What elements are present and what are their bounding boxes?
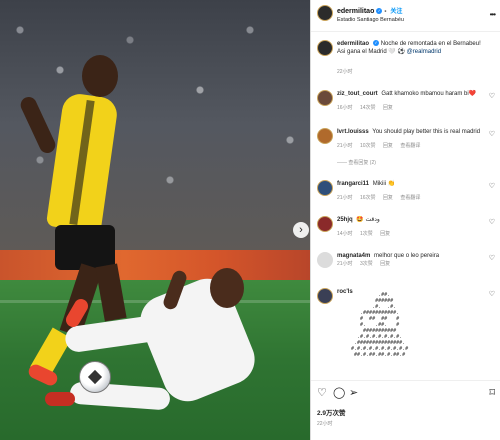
heart-icon[interactable]: ♡: [317, 386, 327, 399]
translate-link[interactable]: 查看翻译: [400, 143, 420, 149]
location-link[interactable]: Estadio Santiago Bernabéu: [337, 17, 404, 23]
more-dots-icon[interactable]: •••: [490, 10, 496, 19]
advertising-board: [0, 250, 310, 280]
player-shorts: [55, 225, 115, 270]
reply-button[interactable]: 回复: [383, 105, 393, 111]
username-link[interactable]: edermilitao: [337, 41, 369, 47]
like-count[interactable]: 1次赞: [360, 231, 373, 237]
player-head: [210, 268, 244, 308]
caption-text: edermilitao ✓ Noche de remontada en el Be…: [337, 40, 489, 56]
timestamp: 16小时: [337, 105, 353, 111]
player-boot: [45, 392, 75, 406]
comments-list[interactable]: edermilitao ✓ Noche de remontada en el Be…: [311, 34, 500, 379]
avatar[interactable]: [317, 252, 333, 268]
comment-meta: 21小时 10次赞 回复 查看翻译: [337, 142, 426, 149]
player-head: [82, 55, 118, 97]
like-count[interactable]: 14次赞: [360, 105, 376, 111]
verified-badge-icon: ✓: [376, 8, 383, 15]
timestamp: 21小时: [337, 261, 353, 267]
comment-text: frangarci11 Mikiii 👏: [337, 180, 489, 188]
comment-item: 25hjq 🤩 ودقت 14小时 1次赞 回复 ♡: [311, 210, 500, 246]
avatar[interactable]: [317, 40, 333, 56]
comment-body: Mikiii 👏: [372, 181, 396, 187]
avatar[interactable]: [317, 180, 333, 196]
username-link[interactable]: edermilitao: [337, 8, 374, 15]
like-count[interactable]: 10次赞: [360, 143, 376, 149]
view-replies-link[interactable]: —— 查看回复 (2): [337, 159, 376, 166]
comment-text: magnata4m melhor que o leo pereira: [337, 252, 489, 260]
comment-text: ziz_tout_court Gatt khamoko mbamou haram…: [337, 90, 489, 98]
comment-meta: 22小时: [337, 68, 359, 75]
comment-body: You should play better this is real madr…: [372, 129, 481, 135]
avatar[interactable]: [317, 288, 333, 304]
timestamp: 14小时: [337, 231, 353, 237]
username-link[interactable]: magnata4m: [337, 253, 370, 259]
verified-badge-icon: ✓: [373, 40, 380, 47]
avatar[interactable]: [317, 216, 333, 232]
username-link[interactable]: Ivrt.louisss: [337, 129, 369, 135]
heart-icon[interactable]: ♡: [489, 218, 495, 226]
heart-icon[interactable]: ♡: [489, 92, 495, 100]
heart-icon[interactable]: ♡: [489, 254, 495, 262]
header-username-line: edermilitao ✓ • 关注: [337, 6, 402, 15]
username-link[interactable]: 25hjq: [337, 217, 353, 223]
like-count[interactable]: 3次赞: [360, 261, 373, 267]
timestamp: 21小时: [337, 195, 353, 201]
reply-button[interactable]: 回复: [383, 195, 393, 201]
follow-button[interactable]: 关注: [390, 9, 402, 15]
avatar[interactable]: [317, 90, 333, 106]
reply-button[interactable]: 回复: [380, 261, 390, 267]
timestamp: 22小时: [337, 69, 353, 75]
heart-icon[interactable]: ♡: [489, 130, 495, 138]
likes-count[interactable]: 2.9万次赞: [317, 407, 346, 417]
avatar[interactable]: [317, 128, 333, 144]
mention-link[interactable]: @realmadrid: [407, 49, 441, 55]
share-icon[interactable]: ➢: [349, 386, 358, 399]
post-actions-bar: ♡ ◯ ➢ ⌑: [311, 380, 500, 404]
comment-body: 🤩 ودقت: [356, 217, 380, 223]
avatar[interactable]: [317, 5, 333, 21]
username-link[interactable]: ziz_tout_court: [337, 91, 378, 97]
translate-link[interactable]: 查看翻译: [400, 195, 420, 201]
bookmark-icon[interactable]: ⌑: [489, 386, 495, 399]
reply-button[interactable]: 回复: [383, 143, 393, 149]
comment-item: frangarci11 Mikiii 👏 21小时 16次赞 回复 查看翻译 ♡: [311, 174, 500, 210]
comment-meta: 16小时 14次赞 回复: [337, 104, 399, 111]
like-count[interactable]: 16次赞: [360, 195, 376, 201]
post-date: 22小时: [317, 421, 333, 427]
comment-meta: 21小时 3次赞 回复: [337, 260, 396, 267]
comment-body: melhor que o leo pereira: [374, 253, 440, 259]
comment-body: Gatt khamoko mbamou haram bi❤️: [381, 91, 477, 97]
comment-item: magnata4m melhor que o leo pereira 21小时 …: [311, 246, 500, 282]
comment-item: ziz_tout_court Gatt khamoko mbamou haram…: [311, 84, 500, 122]
caption: edermilitao ✓ Noche de remontada en el Be…: [311, 34, 500, 75]
next-image-arrow-icon[interactable]: ›: [293, 222, 309, 238]
comment-text: Ivrt.louisss You should play better this…: [337, 128, 489, 136]
comment-meta: 14小时 1次赞 回复: [337, 230, 396, 237]
comment-item: Ivrt.louisss You should play better this…: [311, 122, 500, 170]
reply-button[interactable]: 回复: [380, 231, 390, 237]
post-side-panel: edermilitao ✓ • 关注 Estadio Santiago Berna…: [310, 0, 500, 440]
timestamp: 21小时: [337, 143, 353, 149]
heart-icon[interactable]: ♡: [489, 182, 495, 190]
comment-meta: 21小时 16次赞 回复 查看翻译: [337, 194, 426, 201]
post-header: edermilitao ✓ • 关注 Estadio Santiago Berna…: [311, 0, 500, 32]
username-link[interactable]: frangarci11: [337, 181, 369, 187]
heart-icon[interactable]: ♡: [489, 290, 495, 298]
post-photo[interactable]: ›: [0, 0, 310, 440]
separator: •: [384, 9, 387, 15]
comment-text: 25hjq 🤩 ودقت: [337, 216, 489, 224]
football: [79, 361, 111, 393]
ascii-art-comment: .##. ###### .#. .#. .###########. # ## #…: [351, 292, 409, 358]
comment-icon[interactable]: ◯: [333, 386, 345, 399]
